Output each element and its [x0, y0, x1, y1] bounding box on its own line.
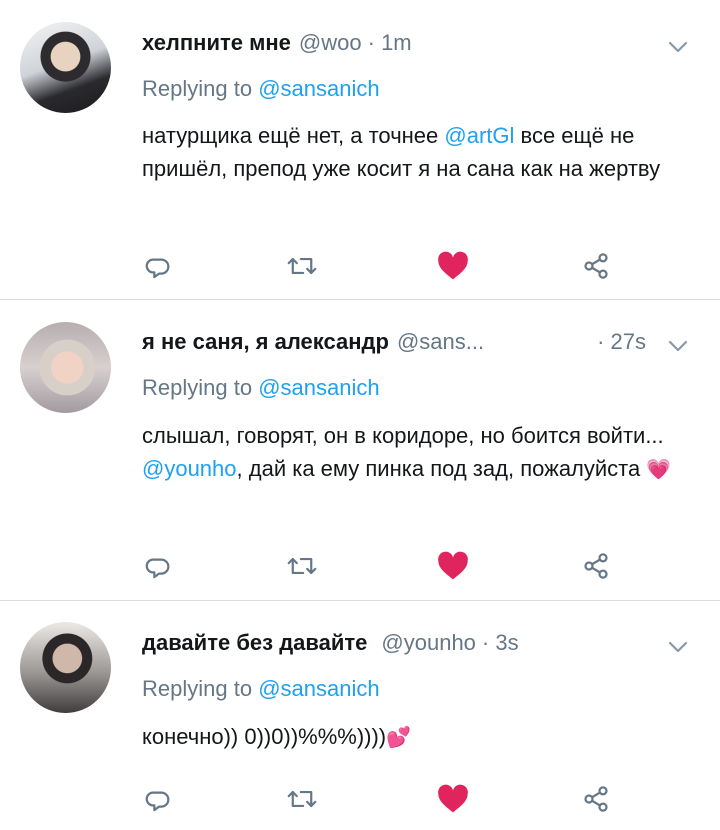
username[interactable]: @woo	[299, 30, 362, 56]
share-icon	[584, 553, 608, 579]
avatar[interactable]	[20, 322, 111, 413]
tweet-actions	[142, 546, 622, 586]
share-button[interactable]	[576, 246, 616, 286]
username[interactable]: @younho	[381, 630, 476, 656]
retweet-button[interactable]	[282, 246, 322, 286]
mention-link[interactable]: @younho	[142, 456, 237, 481]
replying-to: Replying to @sansanich	[142, 375, 380, 401]
share-button[interactable]	[576, 779, 616, 819]
sparkling-heart-emoji: 💗	[646, 459, 672, 481]
reply-icon	[145, 791, 170, 812]
timestamp[interactable]: · 27s	[597, 329, 646, 355]
tweet-text: натурщика ещё нет, а точнее @artGl все е…	[142, 119, 682, 185]
mention-link[interactable]: @sansanich	[258, 375, 379, 400]
tweet-header: хелпните мне @woo · 1m	[142, 23, 702, 63]
text-segment: конечно)) 0))0))%%%))))	[142, 724, 387, 749]
retweet-icon	[287, 790, 317, 808]
reply-button[interactable]	[139, 779, 179, 819]
tweet-text: слышал, говорят, он в коридоре, но боитс…	[142, 419, 682, 485]
replying-prefix: Replying to	[142, 676, 253, 701]
retweet-icon	[287, 257, 317, 275]
share-icon	[584, 253, 608, 279]
text-segment: , дай ка ему пинка под зад, пожалуйста	[236, 456, 647, 481]
display-name[interactable]: давайте без давайте	[142, 630, 367, 656]
tweet[interactable]: хелпните мне @woo · 1m Replying to @sans…	[0, 0, 720, 299]
two-hearts-emoji: 💕	[386, 727, 412, 749]
reply-button[interactable]	[139, 246, 179, 286]
like-icon	[438, 551, 468, 580]
like-button[interactable]	[433, 246, 473, 286]
share-button[interactable]	[576, 546, 616, 586]
tweet[interactable]: я не саня, я александр @sans... · 27s Re…	[0, 300, 720, 600]
retweet-button[interactable]	[282, 546, 322, 586]
replying-prefix: Replying to	[142, 76, 253, 101]
chevron-down-icon[interactable]	[666, 334, 690, 358]
chevron-down-icon[interactable]	[666, 35, 690, 59]
tweet[interactable]: давайте без давайте @younho · 3s Replyin…	[0, 601, 720, 830]
like-icon	[438, 784, 468, 813]
avatar[interactable]	[20, 22, 111, 113]
mention-link[interactable]: @artGl	[444, 123, 514, 148]
retweet-button[interactable]	[282, 779, 322, 819]
tweet-actions	[142, 246, 622, 286]
like-icon	[438, 251, 468, 280]
mention-link[interactable]: @sansanich	[258, 76, 379, 101]
timestamp[interactable]: · 1m	[368, 30, 412, 56]
timestamp[interactable]: · 3s	[482, 630, 519, 656]
retweet-icon	[287, 557, 317, 575]
text-segment: слышал, говорят, он в коридоре, но боитс…	[142, 423, 664, 448]
tweet-header: я не саня, я александр @sans... · 27s	[142, 322, 702, 362]
replying-to: Replying to @sansanich	[142, 676, 380, 702]
tweet-actions	[142, 779, 622, 819]
replying-prefix: Replying to	[142, 375, 253, 400]
reply-icon	[145, 558, 170, 579]
like-button[interactable]	[433, 546, 473, 586]
display-name[interactable]: хелпните мне	[142, 30, 291, 56]
share-icon	[584, 786, 608, 812]
tweet-header: давайте без давайте @younho · 3s	[142, 623, 702, 663]
avatar[interactable]	[20, 622, 111, 713]
tweet-text: конечно)) 0))0))%%%))))💕	[142, 720, 682, 753]
text-segment: натурщика ещё нет, а точнее	[142, 123, 445, 148]
reply-icon	[145, 258, 170, 279]
like-button[interactable]	[433, 779, 473, 819]
reply-button[interactable]	[139, 546, 179, 586]
replying-to: Replying to @sansanich	[142, 76, 380, 102]
display-name[interactable]: я не саня, я александр	[142, 329, 389, 355]
mention-link[interactable]: @sansanich	[258, 676, 379, 701]
username[interactable]: @sans...	[397, 329, 484, 355]
chevron-down-icon[interactable]	[666, 635, 690, 659]
